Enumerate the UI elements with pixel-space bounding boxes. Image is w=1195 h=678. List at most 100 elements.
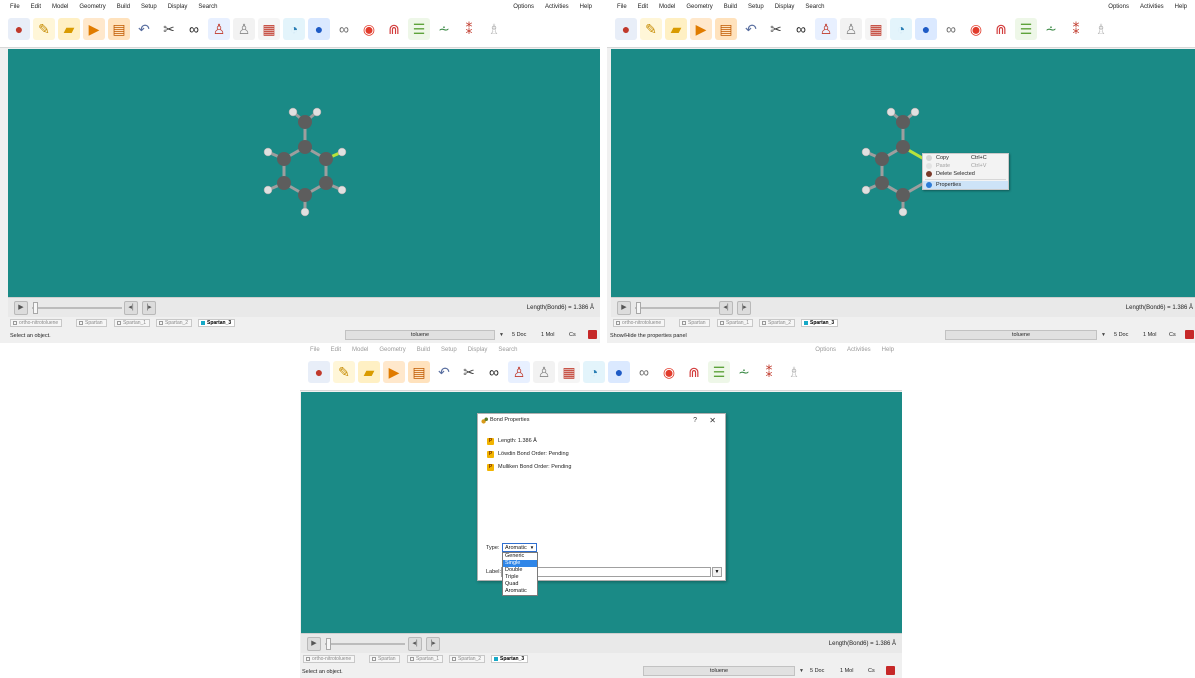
tab-spartan[interactable]: Spartan	[679, 319, 710, 327]
info-sphere-icon[interactable]: ●	[915, 18, 937, 40]
menu-search[interactable]: Search	[198, 4, 217, 10]
frame-slider[interactable]	[32, 307, 122, 309]
menu-search[interactable]: Search	[805, 4, 824, 10]
step-back-button[interactable]: ◂|	[408, 637, 422, 651]
frame-slider-thumb[interactable]	[636, 302, 641, 314]
table-icon[interactable]: ☰	[408, 18, 430, 40]
frame-slider[interactable]	[325, 643, 405, 645]
tab-ortho-nitrotoluene[interactable]: ortho-nitrotoluene	[303, 655, 356, 663]
menu-setup[interactable]: Setup	[748, 4, 764, 10]
menu-display[interactable]: Display	[468, 347, 488, 353]
reaction-icon[interactable]: ⩪	[1040, 18, 1062, 40]
tab-ortho-nitrotoluene[interactable]: ortho-nitrotoluene	[10, 319, 63, 327]
play-button[interactable]: ▶	[307, 637, 321, 651]
menu-model[interactable]: Model	[352, 347, 368, 353]
tab-ortho-nitrotoluene[interactable]: ortho-nitrotoluene	[613, 319, 666, 327]
molecule-viewport[interactable]: Copy Ctrl+C Paste Ctrl+V Delete Selected P…	[611, 49, 1195, 297]
view-glasses-icon[interactable]: ∞	[790, 18, 812, 40]
molecule-builder-icon[interactable]: ♙	[840, 18, 862, 40]
save-icon[interactable]: ▤	[108, 18, 130, 40]
menu-geometry[interactable]: Geometry	[79, 4, 105, 10]
molecule-name-box[interactable]: toluene ▼	[945, 330, 1106, 340]
info-sphere-icon[interactable]: ●	[308, 18, 330, 40]
menu-setup[interactable]: Setup	[141, 4, 157, 10]
microscope-icon[interactable]: ♗	[483, 18, 505, 40]
menu-geometry[interactable]: Geometry	[686, 4, 712, 10]
molecule-viewport[interactable]	[8, 49, 600, 297]
help-button[interactable]: ?	[693, 414, 697, 427]
molecule-name-box[interactable]: toluene ▼	[643, 666, 804, 676]
orbital-icon[interactable]: ∞	[333, 18, 355, 40]
save-icon[interactable]: ▤	[715, 18, 737, 40]
tab-spartan-1[interactable]: Spartan_1	[717, 319, 754, 327]
bond-type-option-triple[interactable]: Triple	[503, 574, 537, 581]
frame-slider-thumb[interactable]	[33, 302, 38, 314]
import-icon[interactable]: ▶	[83, 18, 105, 40]
menu-file[interactable]: File	[310, 347, 320, 353]
context-delete-selected[interactable]: Delete Selected	[923, 170, 1008, 178]
calculation-icon[interactable]: ◔	[283, 18, 305, 40]
tab-spartan-1[interactable]: Spartan_1	[407, 655, 444, 663]
tab-spartan-1[interactable]: Spartan_1	[114, 319, 151, 327]
open-folder-icon[interactable]: ▰	[665, 18, 687, 40]
stop-icon[interactable]	[1185, 330, 1194, 339]
bond-type-select[interactable]: Aromatic ▼	[502, 543, 538, 552]
tab-spartan-2[interactable]: Spartan_2	[759, 319, 796, 327]
menu-edit[interactable]: Edit	[638, 4, 648, 10]
menu-file[interactable]: File	[10, 4, 20, 10]
new-document-icon[interactable]: ●	[615, 18, 637, 40]
molecule-builder-icon[interactable]: ♙	[533, 361, 555, 383]
bond-type-option-aromatic[interactable]: Aromatic	[503, 588, 537, 595]
menu-model[interactable]: Model	[52, 4, 68, 10]
context-copy[interactable]: Copy Ctrl+C	[923, 154, 1008, 162]
spectra-icon[interactable]: ⋒	[383, 18, 405, 40]
dipole-icon[interactable]: ⁑	[1065, 18, 1087, 40]
frame-slider-thumb[interactable]	[326, 638, 331, 650]
menu-edit[interactable]: Edit	[31, 4, 41, 10]
menu-build[interactable]: Build	[117, 4, 130, 10]
bond-type-option-generic[interactable]: Generic	[503, 553, 537, 560]
play-button[interactable]: ▶	[14, 301, 28, 315]
menu-file[interactable]: File	[617, 4, 627, 10]
surface-icon[interactable]: ◉	[965, 18, 987, 40]
menu-model[interactable]: Model	[659, 4, 675, 10]
cut-icon[interactable]: ✂	[458, 361, 480, 383]
property-mulliken-order[interactable]: P Mulliken Bond Order: Pending	[487, 463, 571, 471]
step-forward-button[interactable]: |▸	[426, 637, 440, 651]
bond-type-option-quad[interactable]: Quad	[503, 581, 537, 588]
molecule-name-box[interactable]: toluene ▼	[345, 330, 504, 340]
calculation-icon[interactable]: ◔	[890, 18, 912, 40]
menu-options[interactable]: Options	[815, 347, 836, 353]
tab-spartan-2[interactable]: Spartan_2	[449, 655, 486, 663]
context-properties[interactable]: Properties	[923, 181, 1008, 189]
property-lowdin-order[interactable]: P Löwdin Bond Order: Pending	[487, 450, 569, 458]
menu-options[interactable]: Options	[513, 4, 534, 10]
tab-spartan-3[interactable]: Spartan_3	[491, 655, 529, 663]
tab-spartan[interactable]: Spartan	[76, 319, 107, 327]
menu-setup[interactable]: Setup	[441, 347, 457, 353]
microscope-icon[interactable]: ♗	[1090, 18, 1112, 40]
undo-icon[interactable]: ↶	[133, 18, 155, 40]
stop-icon[interactable]	[588, 330, 597, 339]
tab-spartan-2[interactable]: Spartan_2	[156, 319, 193, 327]
context-paste[interactable]: Paste Ctrl+V	[923, 162, 1008, 170]
molecule-viewport[interactable]: Bond Properties ? ✕ P Length: 1.386 Å P Lö…	[301, 392, 902, 633]
spreadsheet-icon[interactable]: ▦	[258, 18, 280, 40]
menu-build[interactable]: Build	[417, 347, 430, 353]
reaction-icon[interactable]: ⩪	[433, 18, 455, 40]
calculation-icon[interactable]: ◔	[583, 361, 605, 383]
spectra-icon[interactable]: ⋒	[683, 361, 705, 383]
cut-icon[interactable]: ✂	[765, 18, 787, 40]
cut-icon[interactable]: ✂	[158, 18, 180, 40]
step-forward-button[interactable]: |▸	[737, 301, 751, 315]
bond-type-option-single[interactable]: Single	[503, 560, 537, 567]
menu-search[interactable]: Search	[498, 347, 517, 353]
stop-icon[interactable]	[886, 666, 895, 675]
close-button[interactable]: ✕	[709, 414, 716, 427]
reaction-icon[interactable]: ⩪	[733, 361, 755, 383]
menu-display[interactable]: Display	[775, 4, 795, 10]
edit-icon[interactable]: ✎	[640, 18, 662, 40]
surface-icon[interactable]: ◉	[658, 361, 680, 383]
frame-slider[interactable]	[635, 307, 725, 309]
play-button[interactable]: ▶	[617, 301, 631, 315]
